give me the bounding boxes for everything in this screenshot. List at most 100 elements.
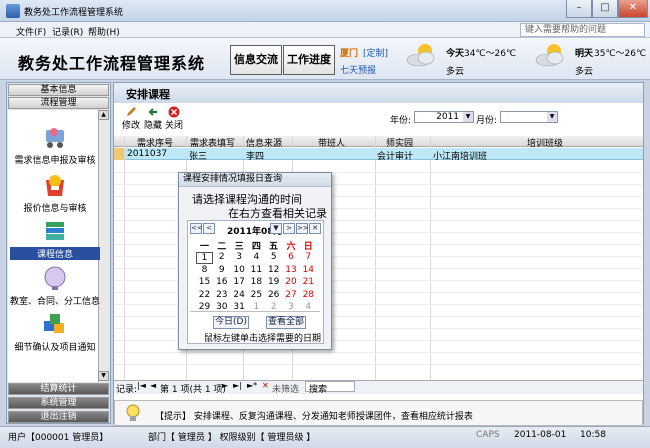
status-date: 2011-08-01	[514, 430, 567, 440]
menu-record[interactable]: 记录(R)	[52, 25, 83, 38]
record-position[interactable]: 第 1 项(共 1 项)	[160, 382, 226, 395]
calendar-day[interactable]: 26	[265, 290, 282, 300]
work-progress-button[interactable]: 工作进度	[283, 45, 335, 75]
cell[interactable]: 李四	[246, 149, 264, 162]
calendar-day[interactable]: 13	[283, 265, 300, 275]
calendar-day[interactable]: 23	[213, 290, 230, 300]
calendar-day[interactable]: 15	[196, 277, 213, 287]
hide-icon[interactable]	[147, 106, 159, 118]
help-search-input[interactable]: 键入需要帮助的问题	[520, 23, 645, 37]
books-icon	[46, 222, 64, 240]
chevron-down-icon[interactable]: ▼	[547, 112, 557, 122]
window-title: 教务处工作流程管理系统	[24, 8, 124, 18]
cell[interactable]: 张三	[189, 149, 207, 162]
calendar-day[interactable]: 19	[265, 277, 282, 287]
calendar-day[interactable]: 21	[300, 277, 317, 287]
tomorrow-label: 明天	[575, 49, 594, 59]
view-all-button[interactable]: 查看全部	[266, 316, 306, 329]
weather-city[interactable]: 厦门	[340, 46, 358, 59]
weather-custom-link[interactable]: [定制]	[363, 46, 388, 59]
calendar-day[interactable]: 28	[300, 290, 317, 300]
prev-year-button[interactable]: <<	[190, 223, 203, 234]
scroll-up-button[interactable]: ▲	[98, 110, 109, 120]
cell[interactable]: 2011037	[127, 149, 167, 159]
filter-status[interactable]: 未筛选	[272, 382, 299, 395]
status-dept: 部门【 管理员 】 权限级别【 管理员级 】	[148, 433, 316, 443]
calendar-day[interactable]: 12	[265, 265, 282, 275]
module-classroom[interactable]: 教室、合同、分工信息	[10, 265, 100, 307]
next-month-button[interactable]: >	[283, 223, 295, 234]
calendar-day[interactable]: 22	[196, 290, 213, 300]
calendar-day[interactable]: 1	[196, 252, 213, 264]
today-label: 今天	[446, 49, 465, 59]
calendar-day[interactable]: 11	[248, 265, 265, 275]
edit-button[interactable]: 修改	[122, 118, 140, 131]
close-icon[interactable]	[168, 106, 180, 118]
status-user: 用户【000001 管理员】	[8, 433, 109, 443]
weekday-header: 二	[217, 242, 227, 252]
chevron-down-icon[interactable]: ▼	[463, 112, 473, 122]
prev-record-button[interactable]: ◄	[150, 381, 156, 390]
calendar-day[interactable]: 3	[231, 252, 248, 262]
hide-button[interactable]: 隐藏	[144, 118, 162, 131]
calendar-day[interactable]: 24	[231, 290, 248, 300]
close-calendar-button[interactable]: ✕	[309, 223, 321, 234]
calendar-day[interactable]: 7	[300, 252, 317, 262]
search-input[interactable]: 搜索	[305, 381, 355, 395]
calendar-day[interactable]: 27	[283, 290, 300, 300]
dropdown-button[interactable]: ▼	[270, 223, 282, 234]
minimize-button[interactable]: –	[566, 0, 592, 18]
calendar-day[interactable]: 6	[283, 252, 300, 262]
sidebar-item-logout[interactable]: 退出注销	[8, 411, 109, 423]
module-demand[interactable]: 需求信息申报及审核	[10, 124, 100, 166]
module-label: 细节确认及项目通知	[14, 343, 96, 353]
module-detail[interactable]: 细节确认及项目通知	[10, 311, 100, 353]
calendar-day[interactable]: 10	[231, 265, 248, 275]
sidebar-item-settlement[interactable]: 结算统计	[8, 383, 109, 395]
calendar-day[interactable]: 20	[283, 277, 300, 287]
calendar-day[interactable]: 16	[213, 277, 230, 287]
calendar-day[interactable]: 25	[248, 290, 265, 300]
next-year-button[interactable]: >>	[296, 223, 309, 234]
maximize-button[interactable]: □	[592, 0, 618, 18]
filter-icon: ✕	[262, 381, 269, 390]
last-record-button[interactable]: ►|	[233, 381, 242, 390]
calendar-day[interactable]: 17	[231, 277, 248, 287]
sidebar-item-system[interactable]: 系统管理	[8, 397, 109, 409]
calendar-day[interactable]: 9	[213, 265, 230, 275]
scroll-down-button[interactable]: ▼	[98, 371, 109, 381]
info-exchange-button[interactable]: 信息交流	[230, 45, 282, 75]
calendar-day[interactable]: 18	[248, 277, 265, 287]
close-button-label[interactable]: 关闭	[165, 118, 183, 131]
today-button[interactable]: 今日(D)	[213, 316, 249, 329]
partly-cloudy-icon	[406, 44, 435, 67]
separator	[190, 311, 320, 312]
cell[interactable]: 会计审计	[377, 149, 413, 162]
sidebar-item-process[interactable]: 流程管理	[8, 97, 109, 109]
row-selector[interactable]	[114, 148, 124, 160]
dialog-hint: 鼠标左键单击选择需要的日期	[204, 334, 322, 344]
menu-help[interactable]: 帮助(H)	[88, 25, 120, 38]
first-record-button[interactable]: |◄	[137, 381, 146, 390]
module-quote[interactable]: 报价信息与审核	[10, 172, 100, 214]
seven-day-forecast-link[interactable]: 七天预报	[340, 63, 376, 76]
module-course[interactable]: 课程信息	[10, 218, 100, 260]
menu-file[interactable]: 文件(F)	[16, 25, 46, 38]
sidebar-item-basic-info[interactable]: 基本信息	[8, 84, 109, 96]
edit-icon[interactable]	[125, 106, 137, 118]
calendar-day[interactable]: 5	[265, 252, 282, 262]
blocks-icon	[44, 314, 64, 333]
close-button[interactable]: ✕	[618, 0, 648, 18]
cell[interactable]: 小江南培训班	[433, 149, 487, 162]
calendar-day[interactable]: 2	[213, 252, 230, 262]
next-record-button[interactable]: ►	[222, 381, 228, 390]
weekday-header: 一	[199, 242, 209, 252]
dialog-title: 课程安排情况填报日查询	[179, 173, 331, 187]
prev-month-button[interactable]: <	[203, 223, 215, 234]
calendar-day[interactable]: 4	[248, 252, 265, 262]
new-record-button[interactable]: ►*	[247, 381, 257, 390]
record-label: 记录:	[116, 385, 138, 395]
calendar-day[interactable]: 14	[300, 265, 317, 275]
tomorrow-desc: 多云	[575, 67, 594, 77]
calendar-day[interactable]: 8	[196, 265, 213, 275]
